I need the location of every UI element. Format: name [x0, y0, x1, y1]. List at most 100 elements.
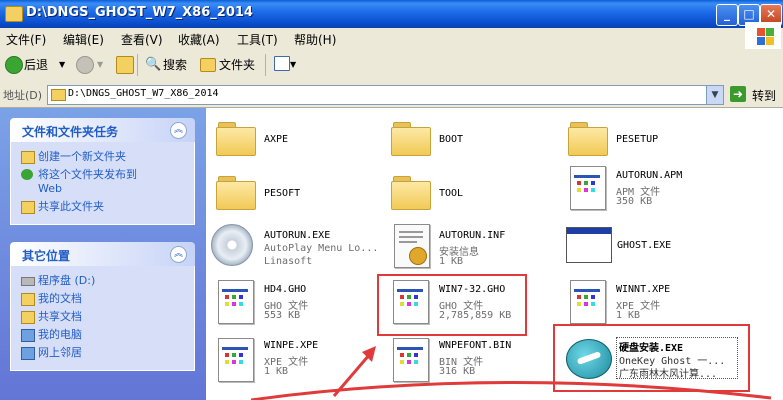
- forward-dropdown-icon[interactable]: ▼: [97, 55, 103, 75]
- menu-file[interactable]: 文件(F): [6, 31, 46, 48]
- file-item[interactable]: AXPE: [216, 118, 376, 162]
- file-view: AXPE BOOT PESETUP PESOFT TOOL AUTORUN.AP…: [206, 108, 783, 400]
- address-value: D:\DNGS_GHOST_W7_X86_2014: [68, 88, 219, 99]
- apm-file-icon: [570, 166, 606, 210]
- file-name: AUTORUN.INF: [439, 230, 506, 241]
- file-item[interactable]: AUTORUN.INF 安装信息 1 KB: [391, 222, 551, 270]
- file-name: BOOT: [439, 134, 464, 145]
- folder-icon: [568, 122, 608, 156]
- menu-tools[interactable]: 工具(T): [237, 31, 278, 48]
- other-places-panel: 其它位置 ︽ 程序盘 (D:) 我的文档 共享文档 我的电脑 网上邻居: [10, 242, 195, 371]
- title-bar: D:\DNGS_GHOST_W7_X86_2014 _ □ ✕: [0, 0, 783, 28]
- file-item[interactable]: PESETUP: [568, 118, 748, 162]
- my-documents-icon: [21, 293, 35, 306]
- folder-icon: [51, 89, 66, 101]
- publish-web-link[interactable]: 将这个文件夹发布到 Web: [11, 168, 194, 196]
- back-button[interactable]: 后退: [24, 55, 48, 75]
- my-computer-icon: [21, 329, 35, 342]
- file-item[interactable]: AUTORUN.APM APM 文件 350 KB: [568, 166, 768, 214]
- folder-icon: [216, 176, 256, 210]
- place-my-computer[interactable]: 我的电脑: [11, 328, 194, 342]
- forward-arrow-icon[interactable]: [76, 56, 94, 74]
- file-item[interactable]: WINNT.XPE XPE 文件 1 KB: [568, 278, 768, 326]
- link-label: Web: [38, 182, 62, 195]
- highlight-box-gho: [377, 274, 527, 336]
- views-dropdown-icon[interactable]: ▼: [290, 55, 296, 75]
- place-network[interactable]: 网上邻居: [11, 346, 194, 360]
- file-name: WNPEFONT.BIN: [439, 340, 512, 351]
- back-arrow-icon[interactable]: [5, 56, 23, 74]
- toolbar: 后退 ▼ ▼ 🔍 搜索 文件夹 ▼: [0, 49, 783, 83]
- file-item[interactable]: TOOL: [391, 172, 551, 216]
- place-my-documents[interactable]: 我的文档: [11, 292, 194, 306]
- folder-icon: [391, 122, 431, 156]
- toolbar-separator: [137, 54, 138, 76]
- place-shared-documents[interactable]: 共享文档: [11, 310, 194, 324]
- link-label: 共享此文件夹: [38, 200, 104, 213]
- file-tasks-header[interactable]: 文件和文件夹任务 ︽: [10, 118, 195, 142]
- up-folder-icon[interactable]: [116, 56, 134, 74]
- window-title: D:\DNGS_GHOST_W7_X86_2014: [26, 5, 253, 20]
- address-input[interactable]: D:\DNGS_GHOST_W7_X86_2014 ▼: [47, 85, 724, 105]
- cd-icon: [211, 224, 253, 266]
- toolbar-separator: [265, 54, 266, 76]
- red-curve-arrow: [251, 380, 772, 400]
- file-name: WINNT.XPE: [616, 284, 671, 295]
- share-folder-icon: [21, 201, 35, 214]
- network-icon: [21, 347, 35, 360]
- file-name: AUTORUN.EXE: [264, 230, 331, 241]
- back-dropdown-icon[interactable]: ▼: [59, 55, 65, 75]
- collapse-icon[interactable]: ︽: [170, 122, 187, 139]
- menu-edit[interactable]: 编辑(E): [63, 31, 104, 48]
- file-item[interactable]: PESOFT: [216, 172, 376, 216]
- file-description: AutoPlay Menu Lo...: [264, 243, 379, 254]
- menu-help[interactable]: 帮助(H): [294, 31, 336, 48]
- shared-documents-icon: [21, 311, 35, 324]
- file-size: 1 KB: [439, 256, 464, 267]
- minimize-button[interactable]: _: [716, 4, 738, 26]
- go-button[interactable]: 转到: [752, 87, 776, 104]
- link-label: 我的电脑: [38, 328, 82, 341]
- file-size: 350 KB: [616, 196, 653, 207]
- file-name: WINPE.XPE: [264, 340, 319, 351]
- go-arrow-icon[interactable]: ➜: [730, 86, 746, 102]
- search-icon[interactable]: 🔍: [145, 55, 161, 75]
- collapse-icon[interactable]: ︽: [170, 246, 187, 263]
- menu-bar: 文件(F) 编辑(E) 查看(V) 收藏(A) 工具(T) 帮助(H): [0, 28, 783, 50]
- share-folder-link[interactable]: 共享此文件夹: [11, 200, 194, 214]
- task-pane: 文件和文件夹任务 ︽ 创建一个新文件夹 将这个文件夹发布到 Web 共享此文件夹…: [0, 108, 206, 400]
- file-item[interactable]: HD4.GHO GHO 文件 553 KB: [216, 278, 376, 326]
- link-label: 创建一个新文件夹: [38, 150, 126, 163]
- exe-window-icon: [566, 227, 612, 263]
- address-label: 地址(D): [3, 89, 43, 102]
- drive-icon: [21, 277, 35, 286]
- menu-favorites[interactable]: 收藏(A): [178, 31, 220, 48]
- xpe-file-icon: [570, 280, 606, 324]
- new-folder-link[interactable]: 创建一个新文件夹: [11, 150, 194, 164]
- file-name: PESOFT: [264, 188, 301, 199]
- file-name: TOOL: [439, 188, 464, 199]
- gho-file-icon: [218, 280, 254, 324]
- link-label: 程序盘 (D:): [38, 274, 96, 287]
- inf-file-icon: [394, 224, 430, 268]
- folder-icon: [216, 122, 256, 156]
- file-item[interactable]: GHOST.EXE: [566, 222, 766, 270]
- file-size: 1 KB: [616, 310, 641, 321]
- file-item[interactable]: AUTORUN.EXE AutoPlay Menu Lo... Linasoft: [211, 222, 381, 270]
- other-places-header[interactable]: 其它位置 ︽: [10, 242, 195, 266]
- file-name: AXPE: [264, 134, 289, 145]
- file-name: AUTORUN.APM: [616, 170, 683, 181]
- folders-icon[interactable]: [200, 58, 216, 72]
- file-item[interactable]: BOOT: [391, 118, 551, 162]
- file-name: PESETUP: [616, 134, 659, 145]
- globe-icon: [21, 169, 33, 180]
- address-dropdown-icon[interactable]: ▼: [706, 86, 723, 104]
- folders-button[interactable]: 文件夹: [219, 55, 255, 75]
- views-icon[interactable]: [274, 56, 290, 71]
- address-bar: 地址(D) D:\DNGS_GHOST_W7_X86_2014 ▼ ➜ 转到: [0, 82, 783, 108]
- menu-view[interactable]: 查看(V): [121, 31, 163, 48]
- file-tasks-panel: 文件和文件夹任务 ︽ 创建一个新文件夹 将这个文件夹发布到 Web 共享此文件夹: [10, 118, 195, 225]
- xpe-file-icon: [218, 338, 254, 382]
- search-button[interactable]: 搜索: [163, 55, 187, 75]
- place-drive-d[interactable]: 程序盘 (D:): [11, 274, 194, 288]
